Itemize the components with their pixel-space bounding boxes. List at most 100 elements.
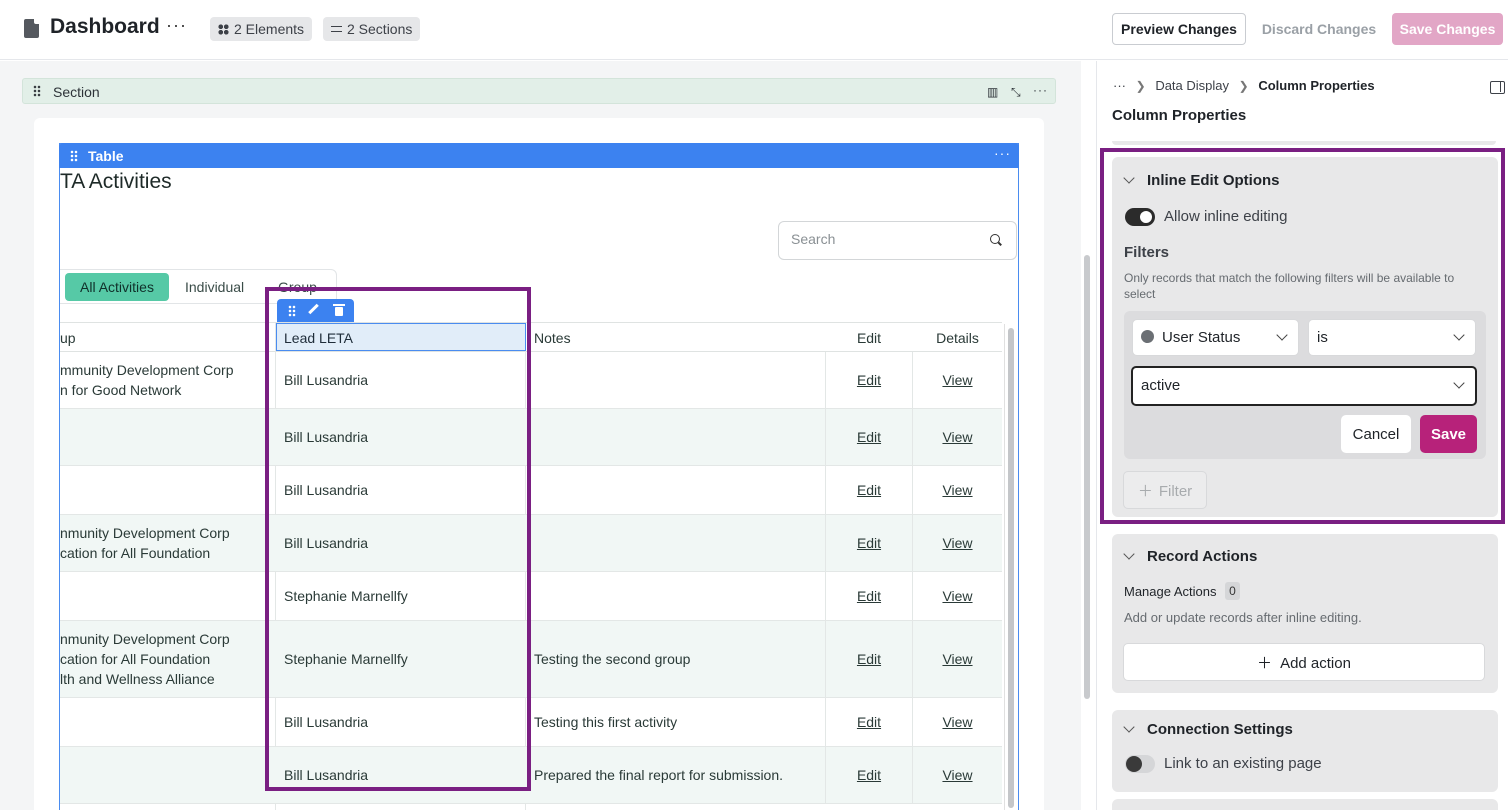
breadcrumb-more[interactable]: ··· xyxy=(1113,78,1126,93)
table-element-header[interactable]: Table ··· xyxy=(59,143,1019,168)
table-row[interactable]: mmunity Development Corp n for Good Netwo… xyxy=(60,352,1002,409)
edit-link[interactable]: Edit xyxy=(825,572,913,620)
notes-cell: Testing this first activity xyxy=(534,714,678,730)
section-label: Section xyxy=(53,84,100,100)
breadcrumb-current: Column Properties xyxy=(1258,78,1375,93)
data-table: up Notes Edit Details mmunity Developmen… xyxy=(60,322,1002,810)
group-name: n for Good Network xyxy=(60,382,182,398)
chevron-down-icon xyxy=(1123,721,1135,733)
group-name: cation for All Foundation xyxy=(60,651,211,667)
inline-edit-highlight xyxy=(1100,148,1505,524)
view-link[interactable]: View xyxy=(913,352,1002,408)
manage-actions-count-badge: 0 xyxy=(1225,582,1240,600)
chevron-down-icon xyxy=(1123,548,1135,560)
chevron-right-icon: ❯ xyxy=(1135,79,1146,93)
table-more-icon[interactable]: ··· xyxy=(994,145,1011,161)
link-existing-page-label: Link to an existing page xyxy=(1164,755,1322,772)
group-name: mmunity Development Corp xyxy=(60,362,234,378)
top-bar: Dashboard ··· 2 Elements 2 Sections Prev… xyxy=(0,0,1508,60)
table-title: TA Activities xyxy=(60,170,172,193)
edit-link[interactable]: Edit xyxy=(825,409,913,465)
notes-cell xyxy=(534,466,824,514)
record-actions-help: Add or update records after inline editi… xyxy=(1124,610,1362,625)
search-field[interactable] xyxy=(778,221,1017,260)
view-link[interactable]: View xyxy=(913,747,1002,803)
preview-changes-button[interactable]: Preview Changes xyxy=(1112,13,1246,45)
record-actions-header[interactable]: Record Actions xyxy=(1123,548,1258,565)
collapse-icon[interactable]: ⤡ xyxy=(1011,85,1021,100)
edit-link[interactable]: Edit xyxy=(825,352,913,408)
record-actions-title: Record Actions xyxy=(1147,548,1258,565)
group-name: cation for All Foundation xyxy=(60,545,211,561)
table-drag-handle-icon[interactable] xyxy=(70,150,78,162)
edit-link[interactable]: Edit xyxy=(825,466,913,514)
section-header[interactable]: Section ▥ ⤡ ··· xyxy=(22,78,1056,104)
section-more-icon[interactable]: ··· xyxy=(1033,83,1048,97)
view-link[interactable]: View xyxy=(913,698,1002,746)
save-changes-button[interactable]: Save Changes xyxy=(1392,13,1503,45)
table-row[interactable]: Bill Lusandria Testing this first activit… xyxy=(60,698,1002,747)
notes-cell xyxy=(534,352,824,408)
table-row[interactable]: Bill Lusandria Edit View xyxy=(60,466,1002,515)
breadcrumb-data-display[interactable]: Data Display xyxy=(1155,78,1229,93)
group-cell xyxy=(60,698,275,746)
add-action-label: Add action xyxy=(1280,654,1351,672)
connection-settings-header[interactable]: Connection Settings xyxy=(1123,721,1293,738)
group-name: nmunity Development Corp xyxy=(60,525,230,541)
edit-link[interactable]: Edit xyxy=(825,515,913,571)
table-scrollbar[interactable] xyxy=(1004,324,1015,810)
elements-grid-icon xyxy=(218,24,229,35)
chevron-right-icon: ❯ xyxy=(1238,79,1249,93)
sections-lines-icon xyxy=(331,26,342,32)
table-row[interactable]: Stephanie Marnellfy Edit View xyxy=(60,572,1002,621)
view-link[interactable]: View xyxy=(913,466,1002,514)
search-input[interactable] xyxy=(791,231,981,247)
table-row[interactable]: Bill Lusandria Prepared the final report … xyxy=(60,747,1002,804)
table-row[interactable]: nmunity Development Corp cation for All F… xyxy=(60,515,1002,572)
notes-cell: Prepared the final report for submission… xyxy=(534,767,784,783)
tab-all-activities[interactable]: All Activities xyxy=(65,273,169,301)
link-existing-page-toggle[interactable] xyxy=(1125,755,1155,773)
connection-settings-title: Connection Settings xyxy=(1147,721,1293,738)
view-link[interactable]: View xyxy=(913,409,1002,465)
document-icon xyxy=(24,19,39,38)
breadcrumb: ··· ❯ Data Display ❯ Column Properties xyxy=(1113,78,1381,93)
view-link[interactable]: View xyxy=(913,515,1002,571)
edit-link[interactable]: Edit xyxy=(825,747,913,803)
elements-chip[interactable]: 2 Elements xyxy=(210,17,313,41)
plus-icon: ＋ xyxy=(1257,654,1273,672)
sections-chip-label: 2 Sections xyxy=(347,21,413,37)
next-settings-group xyxy=(1112,799,1498,810)
title-more-icon[interactable]: ··· xyxy=(166,15,187,36)
group-cell: mmunity Development Corp n for Good Netwo… xyxy=(60,352,275,408)
canvas-scrollbar[interactable] xyxy=(1084,255,1090,699)
sections-chip[interactable]: 2 Sections xyxy=(323,17,421,41)
selected-column-highlight xyxy=(265,287,531,791)
manage-actions-label: Manage Actions xyxy=(1124,584,1217,599)
header-underline xyxy=(60,323,1002,352)
section-drag-handle-icon[interactable] xyxy=(33,85,41,97)
columns-icon[interactable]: ▥ xyxy=(987,85,998,99)
notes-cell xyxy=(534,409,824,465)
view-link[interactable]: View xyxy=(913,621,1002,697)
table-element-label: Table xyxy=(88,148,124,164)
view-link[interactable]: View xyxy=(913,572,1002,620)
notes-cell xyxy=(534,515,824,571)
tab-individual[interactable]: Individual xyxy=(185,273,244,301)
table-row[interactable]: nmunity Development Corp cation for All F… xyxy=(60,621,1002,698)
elements-chip-label: 2 Elements xyxy=(234,21,305,37)
add-action-button[interactable]: ＋ Add action xyxy=(1123,643,1485,681)
search-icon[interactable] xyxy=(990,234,1002,246)
connection-settings-group: Connection Settings Link to an existing … xyxy=(1112,710,1498,792)
discard-changes-button[interactable]: Discard Changes xyxy=(1254,13,1384,45)
edit-link[interactable]: Edit xyxy=(825,698,913,746)
group-cell xyxy=(60,747,275,803)
table-row[interactable]: Bill Lusandria Edit View xyxy=(60,409,1002,466)
group-cell xyxy=(60,466,275,514)
edit-link[interactable]: Edit xyxy=(825,621,913,697)
notes-cell xyxy=(534,572,824,620)
group-name: nmunity Development Corp xyxy=(60,631,230,647)
table-scroll-thumb[interactable] xyxy=(1008,328,1014,808)
collapse-panel-icon[interactable] xyxy=(1490,81,1505,94)
group-cell: nmunity Development Corp cation for All F… xyxy=(60,515,275,571)
